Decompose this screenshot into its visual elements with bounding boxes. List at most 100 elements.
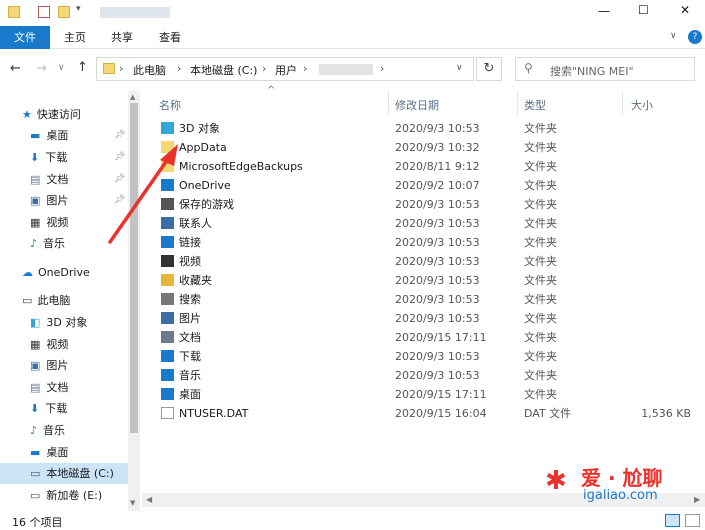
- nav-label: 音乐: [43, 237, 66, 250]
- back-arrow-icon[interactable]: ←: [10, 61, 21, 76]
- nav-pc-music[interactable]: ♪ 音乐: [30, 420, 65, 441]
- file-date: 2020/9/3 10:53: [395, 198, 480, 211]
- expand-ribbon-icon[interactable]: ∨: [670, 31, 677, 41]
- cube-icon: ◧: [30, 316, 41, 329]
- file-type: 文件夹: [524, 350, 557, 363]
- details-view-icon[interactable]: [665, 514, 680, 527]
- help-icon[interactable]: ?: [688, 30, 702, 44]
- breadcrumb-this-pc[interactable]: 此电脑: [133, 62, 166, 78]
- file-date: 2020/9/3 10:53: [395, 350, 480, 363]
- minimize-button[interactable]: —: [598, 4, 610, 18]
- file-type: 文件夹: [524, 236, 557, 249]
- file-date: 2020/9/3 10:53: [395, 236, 480, 249]
- file-row[interactable]: 下载 2020/9/3 10:53 文件夹: [159, 347, 699, 366]
- file-date: 2020/9/15 17:11: [395, 331, 487, 344]
- refresh-button[interactable]: ↻: [476, 57, 502, 81]
- column-size-header[interactable]: 大小: [631, 97, 653, 113]
- tab-file[interactable]: 文件: [0, 26, 50, 49]
- nav-quick-access[interactable]: ★ 快速访问: [22, 104, 81, 125]
- file-row[interactable]: 图片 2020/9/3 10:53 文件夹: [159, 309, 699, 328]
- column-date-header[interactable]: 修改日期: [395, 97, 439, 113]
- nav-pc-local-disk[interactable]: ▭ 本地磁盘 (C:): [30, 463, 114, 484]
- address-bar[interactable]: › 此电脑 › 本地磁盘 (C:) › 用户 › › ∨: [96, 57, 474, 81]
- file-row[interactable]: 保存的游戏 2020/9/3 10:53 文件夹: [159, 195, 699, 214]
- nav-pc-pictures[interactable]: ▣ 图片: [30, 355, 68, 376]
- nav-onedrive[interactable]: ☁ OneDrive: [22, 262, 90, 283]
- file-row[interactable]: AppData 2020/9/3 10:32 文件夹: [159, 138, 699, 157]
- column-divider[interactable]: [388, 91, 389, 115]
- nav-pc-downloads[interactable]: ⬇ 下载: [30, 398, 67, 419]
- file-row[interactable]: 桌面 2020/9/15 17:11 文件夹: [159, 385, 699, 404]
- annotation-arrow: [108, 144, 178, 244]
- file-type: 文件夹: [524, 312, 557, 325]
- file-row[interactable]: 搜索 2020/9/3 10:53 文件夹: [159, 290, 699, 309]
- column-name-header[interactable]: 名称: [159, 97, 181, 113]
- nav-quick-videos[interactable]: ▦ 视频: [30, 212, 68, 233]
- nav-quick-desktop[interactable]: ▬ 桌面: [30, 125, 68, 146]
- nav-quick-music[interactable]: ♪ 音乐: [30, 233, 65, 254]
- breadcrumb-users[interactable]: 用户: [275, 62, 297, 78]
- recent-locations-icon[interactable]: ∨: [58, 63, 65, 73]
- scroll-down-icon[interactable]: ▼: [130, 499, 135, 507]
- properties-icon[interactable]: [38, 6, 50, 18]
- file-row[interactable]: 链接 2020/9/3 10:53 文件夹: [159, 233, 699, 252]
- scroll-up-icon[interactable]: ▲: [130, 93, 135, 101]
- nav-quick-documents[interactable]: ▤ 文档: [30, 169, 68, 190]
- file-type: 文件夹: [524, 179, 557, 192]
- up-arrow-icon[interactable]: ↑: [77, 60, 88, 75]
- file-name: 文档: [179, 331, 201, 344]
- nav-label: 图片: [46, 194, 69, 207]
- scroll-left-icon[interactable]: ◀: [146, 495, 152, 504]
- nav-this-pc[interactable]: ▭ 此电脑: [22, 290, 70, 311]
- ribbon-tabs: 文件 主页 共享 查看 ∨ ?: [0, 26, 705, 49]
- download-icon: ⬇: [30, 402, 40, 415]
- tab-home[interactable]: 主页: [56, 26, 94, 49]
- column-divider[interactable]: [517, 91, 518, 115]
- file-date: 2020/9/3 10:53: [395, 217, 480, 230]
- desktop-icon: [161, 388, 174, 400]
- tab-share[interactable]: 共享: [103, 26, 141, 49]
- file-row[interactable]: 文档 2020/9/15 17:11 文件夹: [159, 328, 699, 347]
- nav-pc-new-volume[interactable]: ▭ 新加卷 (E:): [30, 485, 102, 506]
- file-date: 2020/9/3 10:53: [395, 293, 480, 306]
- breadcrumb-sep-icon: ›: [119, 62, 124, 75]
- maximize-button[interactable]: ☐: [638, 3, 649, 17]
- new-folder-icon[interactable]: [58, 6, 70, 18]
- file-row[interactable]: 联系人 2020/9/3 10:53 文件夹: [159, 214, 699, 233]
- file-date: 2020/9/3 10:53: [395, 255, 480, 268]
- large-icons-view-icon[interactable]: [685, 514, 700, 527]
- forward-arrow-icon[interactable]: →: [36, 61, 47, 76]
- video-icon: ▦: [30, 338, 41, 351]
- nav-pc-documents[interactable]: ▤ 文档: [30, 377, 68, 398]
- breadcrumb-local-disk[interactable]: 本地磁盘 (C:): [190, 62, 257, 78]
- tab-view[interactable]: 查看: [151, 26, 189, 49]
- column-divider[interactable]: [622, 91, 623, 115]
- file-row[interactable]: OneDrive 2020/9/2 10:07 文件夹: [159, 176, 699, 195]
- file-name: NTUSER.DAT: [179, 407, 249, 420]
- nav-pc-videos[interactable]: ▦ 视频: [30, 334, 68, 355]
- file-row[interactable]: NTUSER.DAT 2020/9/15 16:04 DAT 文件 1,536 KB: [159, 404, 699, 423]
- file-row[interactable]: MicrosoftEdgeBackups 2020/8/11 9:12 文件夹: [159, 157, 699, 176]
- nav-label: 此电脑: [37, 294, 71, 307]
- folder-icon: [103, 63, 115, 74]
- file-row[interactable]: 收藏夹 2020/9/3 10:53 文件夹: [159, 271, 699, 290]
- file-row[interactable]: 视频 2020/9/3 10:53 文件夹: [159, 252, 699, 271]
- file-date: 2020/9/3 10:53: [395, 312, 480, 325]
- column-type-header[interactable]: 类型: [524, 97, 546, 113]
- address-dropdown-icon[interactable]: ∨: [456, 63, 463, 73]
- close-button[interactable]: ✕: [680, 3, 690, 17]
- nav-quick-downloads[interactable]: ⬇ 下载: [30, 147, 67, 168]
- pin-icon[interactable]: 📌︎: [114, 130, 125, 140]
- watermark-url: igaliao.com: [583, 488, 658, 503]
- nav-pc-3d[interactable]: ◧ 3D 对象: [30, 312, 87, 333]
- nav-label: 桌面: [46, 129, 69, 142]
- search-box[interactable]: ⚲ 搜索"NING MEI": [515, 57, 695, 81]
- nav-quick-pictures[interactable]: ▣ 图片: [30, 190, 68, 211]
- nav-pc-desktop[interactable]: ▬ 桌面: [30, 442, 68, 463]
- file-row[interactable]: 3D 对象 2020/9/3 10:53 文件夹: [159, 119, 699, 138]
- file-type: 文件夹: [524, 198, 557, 211]
- cube-icon: [161, 122, 174, 134]
- file-row[interactable]: 音乐 2020/9/3 10:53 文件夹: [159, 366, 699, 385]
- file-date: 2020/9/3 10:53: [395, 369, 480, 382]
- customize-quick-access-icon[interactable]: ▾: [76, 4, 81, 14]
